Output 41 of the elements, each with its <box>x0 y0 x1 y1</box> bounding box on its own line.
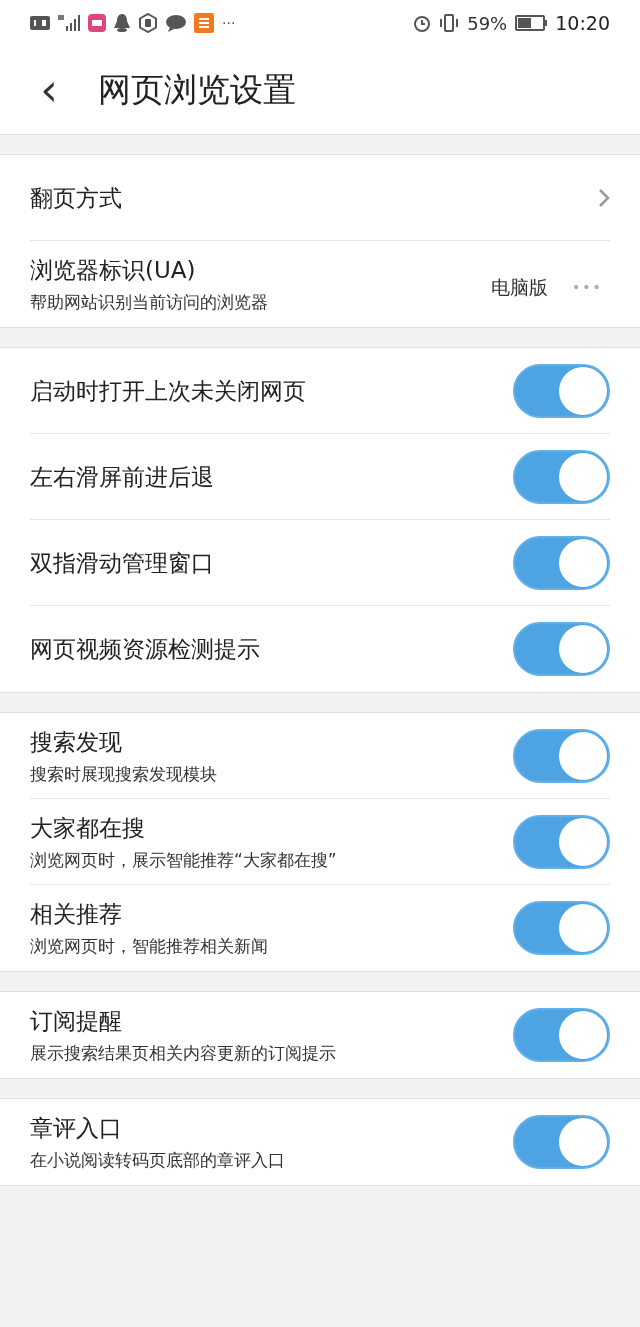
setting-label: 章评入口 <box>30 1114 123 1143</box>
toggle-switch[interactable] <box>513 1115 610 1169</box>
battery-icon <box>515 15 548 31</box>
setting-label: 搜索发现 <box>30 727 123 757</box>
setting-label: 启动时打开上次未关闭网页 <box>30 376 306 406</box>
setting-description: 帮助网站识别当前访问的浏览器 <box>30 291 268 313</box>
setting-label: 订阅提醒 <box>30 1007 123 1036</box>
more-notifications: ··· <box>222 13 236 33</box>
setting-label: 左右滑屏前进后退 <box>30 462 214 492</box>
taobao-icon <box>194 13 214 33</box>
toggle-switch[interactable] <box>513 728 610 783</box>
setting-label: 网页视频资源检测提示 <box>30 635 260 664</box>
chevron-right-icon <box>598 187 610 208</box>
toggle-switch[interactable] <box>513 363 610 418</box>
page-title: 网页浏览设置 <box>98 69 296 112</box>
toggle-switch[interactable] <box>513 1008 610 1062</box>
vibrate-icon <box>439 14 460 32</box>
setting-label: 双指滑动管理窗口 <box>30 548 214 578</box>
alarm-icon <box>413 14 432 32</box>
setting-label: 相关推荐 <box>30 900 123 929</box>
hexagon-icon <box>138 13 158 33</box>
toggle-switch[interactable] <box>513 535 610 590</box>
clock: 10:20 <box>555 10 610 36</box>
setting-description: 搜索时展现搜索发现模块 <box>30 762 217 785</box>
battery-percent: 59% <box>467 11 508 36</box>
setting-label: 浏览器标识(UA) <box>30 256 197 285</box>
setting-description: 浏览网页时，展示智能推荐“大家都在搜” <box>30 848 337 871</box>
back-button[interactable]: ‹ <box>34 68 64 112</box>
toggle-switch[interactable] <box>513 814 610 869</box>
app-icon <box>88 14 106 32</box>
setting-description: 展示搜索结果页相关内容更新的订阅提示 <box>30 1042 336 1064</box>
toggle-switch[interactable] <box>513 622 610 676</box>
setting-description: 在小说阅读转码页底部的章评入口 <box>30 1149 285 1171</box>
setting-label: 大家都在搜 <box>30 813 146 843</box>
setting-description: 浏览网页时，智能推荐相关新闻 <box>30 935 268 957</box>
toggle-switch[interactable] <box>513 901 610 955</box>
signal-icon <box>58 15 80 31</box>
setting-label: 翻页方式 <box>30 183 122 213</box>
chat-icon <box>166 14 186 32</box>
toggle-switch[interactable] <box>513 449 610 504</box>
option-value[interactable]: 电脑版 <box>491 272 548 302</box>
